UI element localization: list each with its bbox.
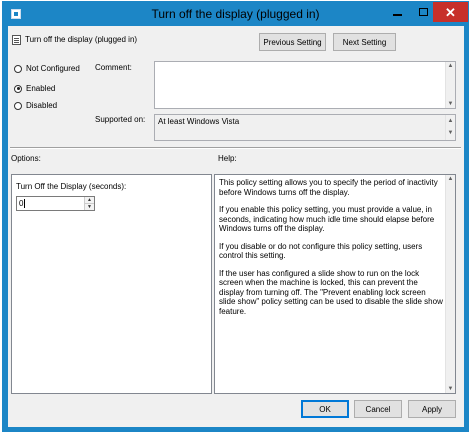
spin-down-icon[interactable]: ▼ — [85, 203, 94, 210]
close-button[interactable]: ✕ — [433, 2, 468, 22]
help-paragraph: If the user has configured a slide show … — [219, 268, 443, 316]
spinner-buttons: ▲ ▼ — [84, 197, 94, 210]
radio-enabled[interactable]: Enabled — [14, 84, 55, 93]
apply-button[interactable]: Apply — [408, 400, 456, 418]
section-divider — [10, 147, 461, 149]
text-cursor — [24, 199, 25, 208]
radio-disabled-label: Disabled — [26, 101, 58, 110]
close-icon: ✕ — [445, 4, 456, 20]
comment-scrollbar[interactable]: ▲ ▼ — [445, 62, 455, 108]
radio-not-configured-indicator — [14, 64, 22, 73]
options-section-label: Options: — [11, 154, 41, 163]
help-paragraph: If you enable this policy setting, you m… — [219, 205, 435, 233]
policy-name: Turn off the display (plugged in) — [25, 35, 138, 44]
radio-not-configured-label: Not Configured — [26, 64, 80, 73]
help-paragraph: This policy setting allows you to specif… — [219, 178, 438, 197]
next-setting-button[interactable]: Next Setting — [333, 33, 396, 51]
minimize-button[interactable] — [384, 2, 410, 22]
radio-disabled-indicator — [14, 101, 22, 110]
policy-setting-icon — [12, 35, 21, 45]
help-text: This policy setting allows you to specif… — [219, 178, 443, 324]
supported-on-value: At least Windows Vista — [158, 117, 240, 126]
radio-not-configured[interactable]: Not Configured — [14, 64, 80, 73]
dialog-client-area: Turn off the display (plugged in) Previo… — [8, 26, 464, 427]
radio-enabled-indicator — [14, 84, 22, 93]
help-scroll-down-icon[interactable]: ▼ — [446, 385, 455, 393]
radio-disabled[interactable]: Disabled — [14, 101, 57, 110]
help-paragraph: If you disable or do not configure this … — [219, 241, 423, 261]
help-scrollbar[interactable]: ▲ ▼ — [445, 175, 455, 393]
supported-on-field: At least Windows Vista ▲ ▼ — [154, 114, 456, 141]
comment-textarea[interactable]: ▲ ▼ — [154, 61, 456, 109]
help-scroll-up-icon[interactable]: ▲ — [446, 175, 455, 183]
previous-setting-button[interactable]: Previous Setting — [259, 33, 326, 51]
options-panel: Turn Off the Display (seconds): 0 ▲ ▼ — [11, 174, 212, 394]
radio-enabled-label: Enabled — [26, 84, 56, 93]
display-timeout-spinner[interactable]: 0 ▲ ▼ — [16, 196, 95, 211]
help-panel: This policy setting allows you to specif… — [214, 174, 456, 394]
title-bar[interactable]: Turn off the display (plugged in) ✕ — [3, 2, 468, 26]
dialog-window: Turn off the display (plugged in) ✕ Turn… — [2, 1, 469, 432]
display-timeout-value: 0 — [19, 199, 24, 208]
display-timeout-label: Turn Off the Display (seconds): — [16, 182, 127, 191]
supported-scroll-down-icon[interactable]: ▼ — [446, 127, 455, 140]
maximize-icon — [418, 8, 428, 16]
ok-button[interactable]: OK — [301, 400, 349, 418]
cancel-button[interactable]: Cancel — [354, 400, 402, 418]
supported-on-scrollbar[interactable]: ▲ ▼ — [445, 115, 455, 140]
supported-on-label: Supported on: — [95, 115, 146, 124]
scroll-down-icon[interactable]: ▼ — [446, 100, 455, 108]
comment-label: Comment: — [95, 63, 132, 72]
scroll-up-icon[interactable]: ▲ — [446, 62, 455, 70]
help-section-label: Help: — [218, 154, 237, 163]
minimize-icon — [392, 14, 402, 16]
